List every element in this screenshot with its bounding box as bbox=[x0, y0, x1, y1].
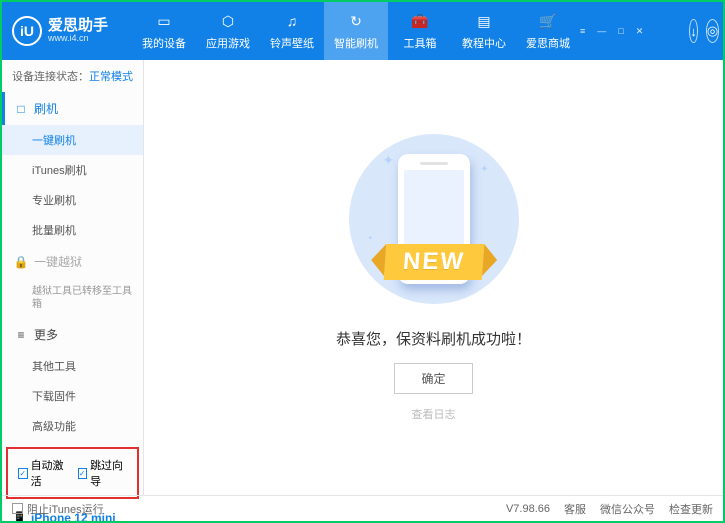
book-icon: ▤ bbox=[474, 11, 494, 31]
window-controls: ≡ — □ ✕ ↓ ◎ bbox=[580, 19, 719, 43]
nav-toolbox[interactable]: 🧰 工具箱 bbox=[388, 2, 452, 60]
checkbox-icon bbox=[12, 503, 23, 514]
sidebar: 设备连接状态：正常模式 □ 刷机一键刷机iTunes刷机专业刷机批量刷机 🔒 一键越狱… bbox=[2, 60, 144, 495]
nav-book[interactable]: ▤ 教程中心 bbox=[452, 2, 516, 60]
nav-music[interactable]: ♫ 铃声壁纸 bbox=[260, 2, 324, 60]
svg-text:↻: ↻ bbox=[350, 13, 362, 29]
sidebar-item[interactable]: 专业刷机 bbox=[2, 185, 143, 215]
sidebar-item[interactable]: iTunes刷机 bbox=[2, 155, 143, 185]
nav-apps[interactable]: ⬡ 应用游戏 bbox=[196, 2, 260, 60]
footer: 阻止iTunes运行 V7.98.66 客服 微信公众号 检查更新 bbox=[2, 495, 723, 521]
svg-text:🛒: 🛒 bbox=[539, 13, 556, 30]
nav-cart[interactable]: 🛒 爱思商城 bbox=[516, 2, 580, 60]
main-panel: ✦ ✦ • NEW 恭喜您，保资料刷机成功啦！ 确定 查看日志 bbox=[144, 60, 723, 495]
user-button[interactable]: ◎ bbox=[706, 19, 719, 43]
svg-text:♫: ♫ bbox=[287, 13, 298, 29]
nav-label: 我的设备 bbox=[142, 35, 186, 51]
sidebar-item[interactable]: 批量刷机 bbox=[2, 215, 143, 245]
app-subtitle: www.i4.cn bbox=[48, 34, 108, 44]
download-button[interactable]: ↓ bbox=[689, 19, 698, 43]
sidebar-item: 越狱工具已转移至工具箱 bbox=[2, 278, 143, 318]
body: 设备连接状态：正常模式 □ 刷机一键刷机iTunes刷机专业刷机批量刷机 🔒 一键越狱… bbox=[2, 60, 723, 495]
success-message: 恭喜您，保资料刷机成功啦！ bbox=[336, 328, 531, 349]
device-status: 设备连接状态：正常模式 bbox=[2, 60, 143, 92]
status-value: 正常模式 bbox=[89, 71, 133, 83]
sidebar-item[interactable]: 下载固件 bbox=[2, 381, 143, 411]
toolbox-icon: 🧰 bbox=[410, 11, 430, 31]
nav-label: 铃声壁纸 bbox=[270, 35, 314, 51]
main-nav: ▭ 我的设备 ⬡ 应用游戏 ♫ 铃声壁纸 ↻ 智能刷机 🧰 工具箱 ▤ 教程中心 🛒 爱思商城 bbox=[132, 2, 580, 60]
section-title: 一键越狱 bbox=[34, 253, 82, 270]
svg-text:⬡: ⬡ bbox=[222, 13, 234, 29]
menu-icon[interactable]: ≡ bbox=[580, 26, 585, 36]
check-label: 跳过向导 bbox=[90, 457, 127, 489]
svg-text:▭: ▭ bbox=[157, 13, 170, 29]
check-label: 自动激活 bbox=[31, 457, 68, 489]
logo-icon: iU bbox=[12, 16, 42, 46]
ok-button[interactable]: 确定 bbox=[394, 363, 472, 394]
service-link[interactable]: 客服 bbox=[564, 501, 586, 517]
apps-icon: ⬡ bbox=[218, 11, 238, 31]
nav-label: 教程中心 bbox=[462, 35, 506, 51]
view-log-link[interactable]: 查看日志 bbox=[412, 406, 456, 422]
check-icon: ✓ bbox=[78, 468, 88, 479]
option-checkbox[interactable]: ✓跳过向导 bbox=[78, 457, 128, 489]
minimize-button[interactable]: — bbox=[597, 26, 606, 36]
nav-label: 工具箱 bbox=[404, 35, 437, 51]
version-label: V7.98.66 bbox=[506, 503, 550, 515]
nav-label: 智能刷机 bbox=[334, 35, 378, 51]
section-icon: □ bbox=[14, 102, 28, 116]
options-highlight-box: ✓自动激活✓跳过向导 bbox=[6, 447, 139, 499]
sidebar-item[interactable]: 一键刷机 bbox=[2, 125, 143, 155]
sidebar-item[interactable]: 其他工具 bbox=[2, 351, 143, 381]
sidebar-item[interactable]: 高级功能 bbox=[2, 411, 143, 441]
app-title: 爱思助手 bbox=[48, 18, 108, 35]
music-icon: ♫ bbox=[282, 11, 302, 31]
wechat-link[interactable]: 微信公众号 bbox=[600, 501, 655, 517]
nav-label: 爱思商城 bbox=[526, 35, 570, 51]
success-illustration: ✦ ✦ • NEW bbox=[349, 134, 519, 304]
option-checkbox[interactable]: ✓自动激活 bbox=[18, 457, 68, 489]
section-更多[interactable]: ≡ 更多 bbox=[2, 318, 143, 351]
update-link[interactable]: 检查更新 bbox=[669, 501, 713, 517]
block-itunes-label: 阻止iTunes运行 bbox=[27, 501, 104, 517]
section-title: 更多 bbox=[34, 326, 58, 343]
app-logo: iU 爱思助手 www.i4.cn bbox=[12, 16, 132, 46]
titlebar: iU 爱思助手 www.i4.cn ▭ 我的设备 ⬡ 应用游戏 ♫ 铃声壁纸 ↻ 智能刷机 🧰 工… bbox=[2, 2, 723, 60]
status-label: 设备连接状态： bbox=[12, 71, 89, 83]
new-banner: NEW bbox=[383, 244, 484, 280]
svg-text:🧰: 🧰 bbox=[411, 13, 428, 29]
nav-phone[interactable]: ▭ 我的设备 bbox=[132, 2, 196, 60]
svg-text:▤: ▤ bbox=[477, 13, 490, 29]
nav-label: 应用游戏 bbox=[206, 35, 250, 51]
block-itunes-checkbox[interactable]: 阻止iTunes运行 bbox=[12, 501, 104, 517]
refresh-icon: ↻ bbox=[346, 11, 366, 31]
section-title: 刷机 bbox=[34, 100, 58, 117]
section-icon: 🔒 bbox=[14, 255, 28, 269]
cart-icon: 🛒 bbox=[538, 11, 558, 31]
check-icon: ✓ bbox=[18, 468, 28, 479]
maximize-button[interactable]: □ bbox=[618, 26, 623, 36]
close-button[interactable]: ✕ bbox=[636, 26, 644, 37]
section-刷机[interactable]: □ 刷机 bbox=[2, 92, 143, 125]
section-icon: ≡ bbox=[14, 328, 28, 342]
nav-refresh[interactable]: ↻ 智能刷机 bbox=[324, 2, 388, 60]
phone-icon: ▭ bbox=[154, 11, 174, 31]
app-window: iU 爱思助手 www.i4.cn ▭ 我的设备 ⬡ 应用游戏 ♫ 铃声壁纸 ↻ 智能刷机 🧰 工… bbox=[0, 0, 725, 523]
section-一键越狱[interactable]: 🔒 一键越狱 bbox=[2, 245, 143, 278]
